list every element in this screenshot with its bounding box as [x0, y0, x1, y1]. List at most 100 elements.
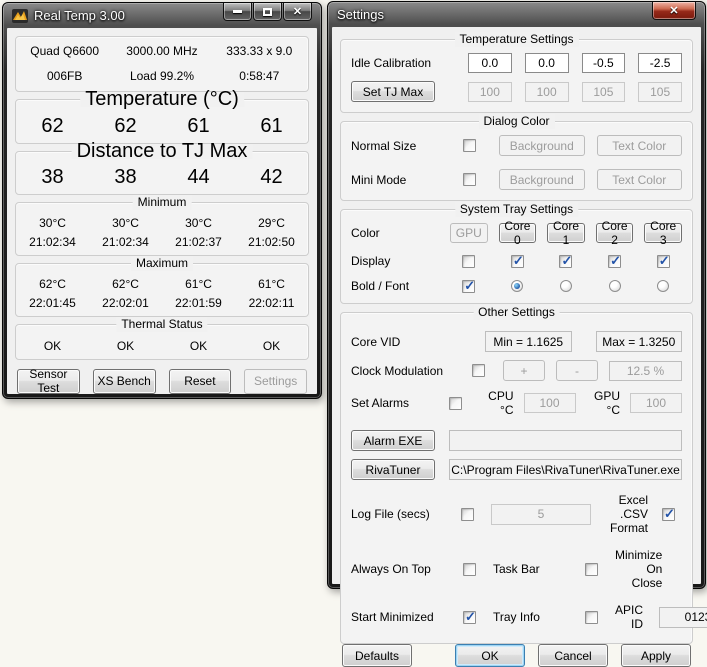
core3-color-button[interactable]: Core 3 — [644, 223, 682, 243]
sensor-test-button[interactable]: Sensor Test — [17, 369, 80, 394]
system-tray-group: System Tray Settings Color GPU Core 0 Co… — [340, 209, 693, 304]
excel-csv-label: Excel .CSV Format — [601, 493, 652, 535]
realtemp-button-row: Sensor Test XS Bench Reset Settings — [15, 367, 309, 394]
font-core1-radio[interactable] — [560, 280, 572, 292]
idle-calibration-label: Idle Calibration — [351, 56, 455, 70]
display-gpu-checkbox[interactable] — [462, 255, 475, 268]
display-core1-checkbox[interactable] — [559, 255, 572, 268]
bold-font-label: Bold / Font — [351, 279, 439, 293]
display-core0-checkbox[interactable] — [511, 255, 524, 268]
close-button[interactable]: ✕ — [283, 3, 312, 21]
maximum-panel: Maximum 62°C22:01:45 62°C22:02:01 61°C22… — [15, 263, 309, 317]
core1-color-button[interactable]: Core 1 — [547, 223, 585, 243]
cpu-frequency: 3000.00 MHz — [113, 44, 210, 58]
display-core3-checkbox[interactable] — [657, 255, 670, 268]
other-settings-group: Other Settings Core VID Min = 1.1625 Max… — [340, 312, 693, 644]
core2-status: OK — [162, 339, 235, 353]
set-alarms-checkbox[interactable] — [449, 397, 462, 410]
tray-info-label: Tray Info — [493, 610, 575, 624]
settings-button[interactable]: Settings — [244, 369, 307, 394]
idle-calibration-core2-input[interactable] — [582, 53, 626, 73]
font-core2-radio[interactable] — [609, 280, 621, 292]
realtemp-titlebar[interactable]: Real Temp 3.00 ✕ — [3, 3, 321, 28]
display-core2-checkbox[interactable] — [608, 255, 621, 268]
task-bar-checkbox[interactable] — [585, 563, 598, 576]
log-file-checkbox[interactable] — [461, 508, 474, 521]
core3-temp: 61 — [235, 115, 308, 138]
ok-button[interactable]: OK — [455, 644, 525, 667]
tray-info-checkbox[interactable] — [585, 611, 598, 624]
clock-modulation-checkbox[interactable] — [472, 364, 485, 377]
core-vid-min-field: Min = 1.1625 — [485, 331, 572, 352]
modulation-plus-button[interactable]: + — [503, 360, 545, 381]
apply-button[interactable]: Apply — [621, 644, 691, 667]
always-on-top-checkbox[interactable] — [463, 563, 476, 576]
modulation-value-field: 12.5 % — [609, 361, 682, 381]
reset-button[interactable]: Reset — [169, 369, 232, 394]
defaults-button[interactable]: Defaults — [342, 644, 412, 667]
idle-calibration-core1-input[interactable] — [525, 53, 569, 73]
gpu-alarm-input[interactable] — [630, 393, 682, 413]
close-button[interactable]: ✕ — [652, 2, 696, 20]
min-cell: 29°C21:02:50 — [235, 216, 308, 249]
tj-max-core0-input[interactable] — [468, 82, 512, 102]
settings-titlebar[interactable]: Settings ✕ — [328, 2, 705, 27]
normal-size-checkbox[interactable] — [463, 139, 476, 152]
minimum-panel: Minimum 30°C21:02:34 30°C21:02:34 30°C21… — [15, 202, 309, 256]
core0-color-button[interactable]: Core 0 — [499, 223, 537, 243]
apic-id-field[interactable]: 0123 — [659, 607, 707, 628]
excel-csv-checkbox[interactable] — [662, 508, 675, 521]
close-icon: ✕ — [669, 4, 678, 17]
settings-window: Settings ✕ Temperature Settings Idle Cal… — [327, 1, 706, 589]
apic-id-label: APIC ID — [615, 603, 649, 631]
always-on-top-label: Always On Top — [351, 562, 453, 576]
log-interval-input[interactable] — [491, 504, 591, 525]
font-core3-radio[interactable] — [657, 280, 669, 292]
minimize-button[interactable] — [223, 3, 252, 21]
set-tj-max-button[interactable]: Set TJ Max — [351, 81, 435, 102]
tj-max-core3-input[interactable] — [638, 82, 682, 102]
maximize-button[interactable] — [253, 3, 282, 21]
cpuid: 006FB — [16, 69, 113, 83]
dialog-color-group: Dialog Color Normal Size Background Text… — [340, 121, 693, 201]
modulation-minus-button[interactable]: - — [556, 360, 598, 381]
cpu-alarm-input[interactable] — [524, 393, 576, 413]
uptime: 0:58:47 — [211, 69, 308, 83]
mini-text-color-button[interactable]: Text Color — [597, 169, 683, 190]
max-cell: 61°C22:01:59 — [162, 277, 235, 310]
font-core0-radio[interactable] — [511, 280, 523, 292]
core2-temp: 61 — [162, 115, 235, 138]
rivatuner-button[interactable]: RivaTuner — [351, 459, 435, 480]
start-minimized-label: Start Minimized — [351, 610, 453, 624]
max-cell: 62°C22:02:01 — [89, 277, 162, 310]
core1-status: OK — [89, 339, 162, 353]
log-file-row: Log File (secs) Excel .CSV Format — [351, 493, 682, 535]
normal-text-color-button[interactable]: Text Color — [597, 135, 683, 156]
color-label: Color — [351, 226, 439, 240]
thermal-status-legend: Thermal Status — [116, 317, 207, 332]
normal-background-button[interactable]: Background — [499, 135, 585, 156]
core1-temp: 62 — [89, 115, 162, 138]
thermal-status-panel: Thermal Status OK OK OK OK — [15, 324, 309, 360]
gpu-color-button[interactable]: GPU — [450, 223, 488, 243]
idle-calibration-core3-input[interactable] — [638, 53, 682, 73]
bold-font-checkbox[interactable] — [462, 280, 475, 293]
start-minimized-checkbox[interactable] — [463, 611, 476, 624]
alarm-exe-path-field[interactable] — [449, 430, 682, 451]
tj-max-core1-input[interactable] — [525, 82, 569, 102]
core2-color-button[interactable]: Core 2 — [596, 223, 634, 243]
alarm-exe-button[interactable]: Alarm EXE — [351, 430, 435, 451]
dialog-color-legend: Dialog Color — [478, 114, 554, 129]
mini-mode-checkbox[interactable] — [463, 173, 476, 186]
xs-bench-button[interactable]: XS Bench — [93, 369, 156, 394]
temperature-legend: Temperature (°C) — [80, 92, 244, 107]
cancel-button[interactable]: Cancel — [538, 644, 608, 667]
tj-max-core2-input[interactable] — [582, 82, 626, 102]
min-cell: 30°C21:02:37 — [162, 216, 235, 249]
rivatuner-path-field[interactable]: C:\Program Files\RivaTuner\RivaTuner.exe — [449, 459, 682, 480]
mini-background-button[interactable]: Background — [499, 169, 585, 190]
distance-panel: Distance to TJ Max 38 38 44 42 — [15, 151, 309, 196]
clock-modulation-row: Clock Modulation + - 12.5 % — [351, 360, 682, 381]
window-title: Settings — [337, 7, 384, 22]
idle-calibration-core0-input[interactable] — [468, 53, 512, 73]
